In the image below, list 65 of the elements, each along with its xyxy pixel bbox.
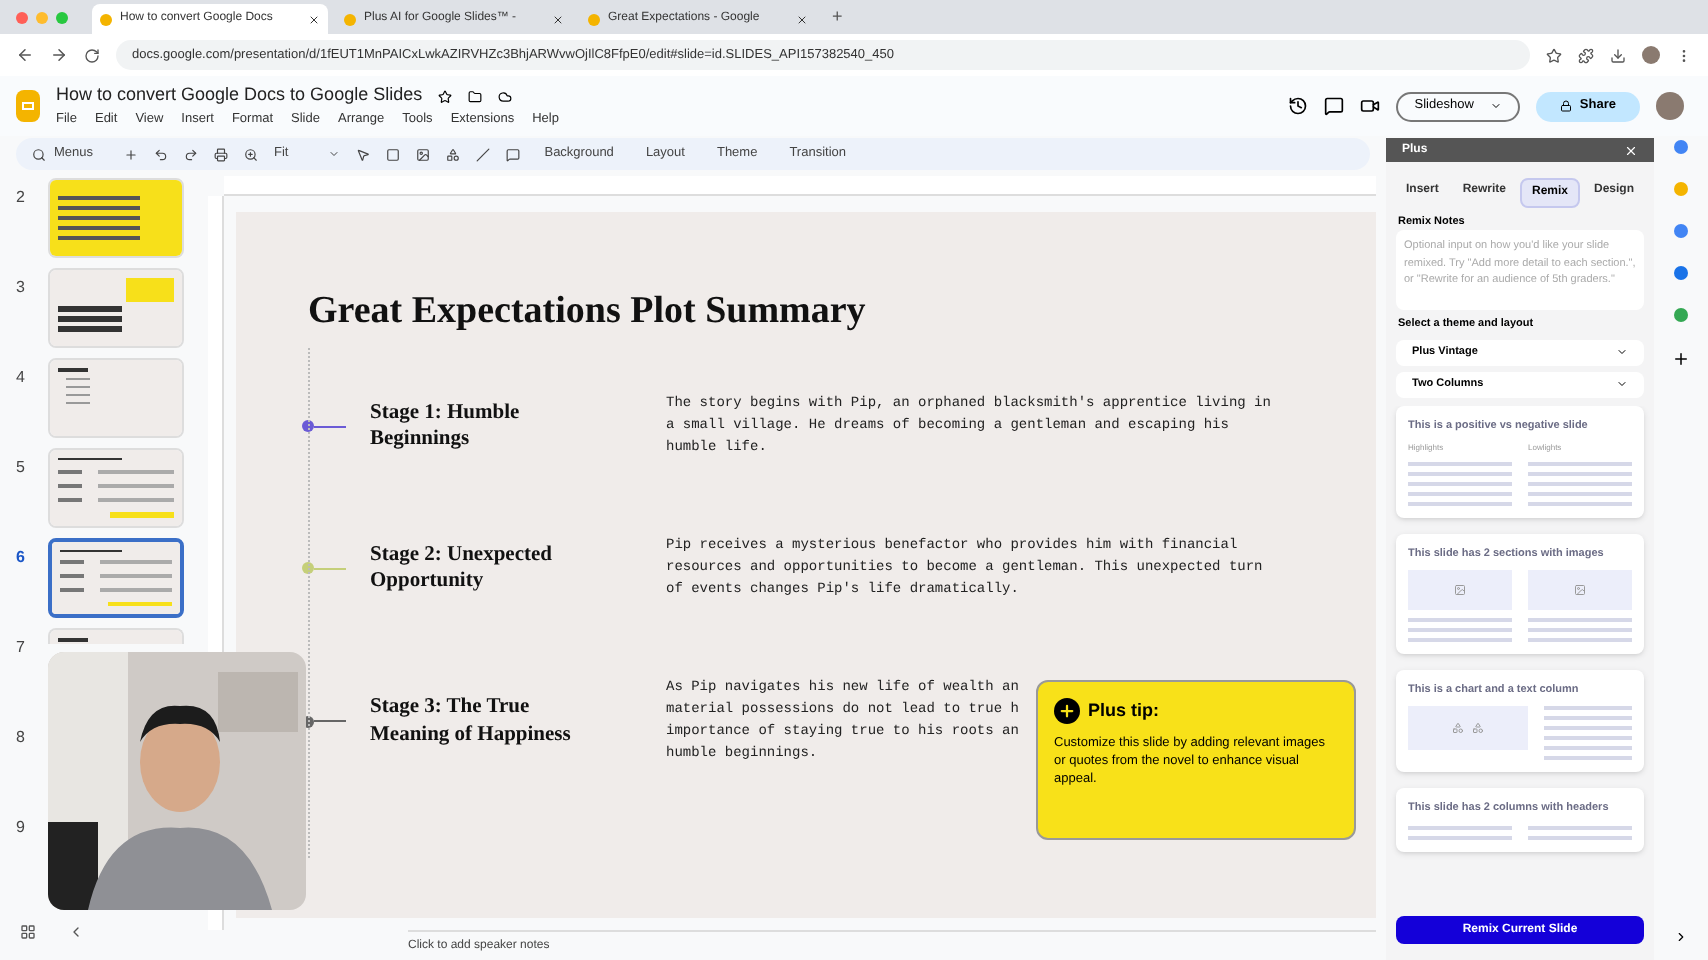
select-icon[interactable]	[356, 147, 371, 161]
slide-thumbnail[interactable]	[48, 538, 184, 618]
search-icon	[32, 147, 46, 161]
lock-icon	[1559, 100, 1572, 112]
tip-title: Plus tip:	[1088, 698, 1159, 724]
redo-icon[interactable]	[184, 147, 198, 161]
download-icon[interactable]	[1610, 47, 1626, 63]
line-icon[interactable]	[476, 147, 491, 161]
back-icon[interactable]	[16, 46, 34, 64]
folder-icon[interactable]	[468, 89, 483, 104]
slide-number: 2	[16, 186, 27, 210]
slide-title: Great Expectations Plot Summary	[308, 288, 868, 336]
side-app-icon[interactable]	[1674, 308, 1688, 322]
history-icon[interactable]	[1288, 96, 1309, 116]
profile-avatar-icon[interactable]	[1642, 46, 1660, 64]
add-icon[interactable]	[1672, 350, 1690, 368]
image-placeholder-icon	[1408, 570, 1512, 610]
document-title[interactable]: How to convert Google Docs to Google Slides	[56, 82, 423, 110]
chevron-down-icon	[1616, 378, 1628, 390]
timeline-marker	[302, 562, 346, 574]
side-app-icon[interactable]	[1674, 140, 1688, 154]
cloud-icon[interactable]	[498, 89, 513, 104]
image-placeholder-icon	[1528, 570, 1632, 610]
stage-title: Stage 2: Unexpected Opportunity	[370, 541, 554, 595]
slide-number: 3	[16, 276, 27, 300]
close-icon[interactable]	[552, 13, 564, 25]
tab-favicon-icon	[588, 13, 600, 25]
extension-icon[interactable]	[1578, 47, 1594, 63]
shapes-icon[interactable]	[446, 147, 461, 161]
comment-icon[interactable]	[1324, 96, 1345, 116]
new-slide-icon[interactable]	[124, 147, 138, 161]
video-icon[interactable]	[1360, 96, 1381, 116]
chart-placeholder-icon	[1408, 706, 1528, 751]
close-icon[interactable]	[796, 13, 808, 25]
reload-icon[interactable]	[84, 47, 100, 63]
grid-view-icon[interactable]	[20, 924, 36, 940]
side-app-icon[interactable]	[1674, 224, 1688, 238]
timeline-marker	[302, 420, 346, 432]
chevron-down-icon	[1616, 346, 1628, 358]
stage-title: Stage 1: Humble Beginnings	[370, 399, 522, 453]
slide-number: 4	[16, 366, 27, 390]
user-avatar-icon[interactable]	[1656, 92, 1684, 120]
expand-icon[interactable]	[1674, 930, 1688, 944]
caret-icon	[328, 148, 341, 160]
slide-number: 6	[16, 546, 27, 570]
image-icon[interactable]	[416, 147, 431, 161]
zoom-icon[interactable]	[244, 147, 258, 161]
print-icon[interactable]	[214, 147, 228, 161]
slide-number: 7	[16, 636, 27, 660]
bookmark-star-icon[interactable]	[1546, 47, 1562, 63]
caret-icon[interactable]	[1489, 100, 1502, 112]
close-icon[interactable]	[308, 13, 320, 25]
tab-favicon-icon	[100, 13, 112, 25]
stage-title: Stage 3: The True Meaning of Happiness	[370, 694, 573, 748]
slide-number: 5	[16, 456, 27, 480]
new-tab-button[interactable]: +	[824, 3, 851, 30]
undo-icon[interactable]	[154, 147, 168, 161]
collapse-icon[interactable]	[68, 924, 84, 940]
slide-number: 9	[16, 816, 27, 840]
forward-icon[interactable]	[50, 46, 68, 64]
star-icon[interactable]	[438, 89, 453, 104]
tab-favicon-icon	[344, 13, 356, 25]
text-box-icon[interactable]	[386, 147, 401, 161]
side-app-icon[interactable]	[1674, 266, 1688, 280]
slide-number: 8	[16, 726, 27, 750]
